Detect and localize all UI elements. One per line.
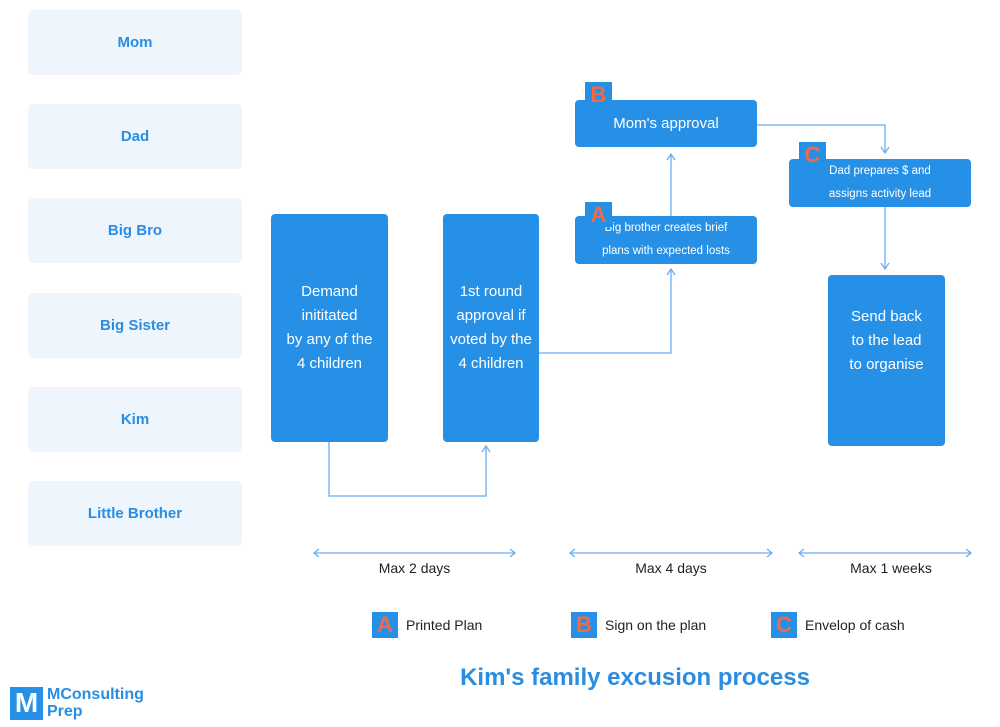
step-demand: Demand inititated by any of the 4 children	[271, 214, 388, 442]
step-text: Demand	[301, 283, 358, 300]
legend-badge: C	[771, 612, 797, 638]
step-text: to the lead	[851, 331, 922, 349]
step-text: voted by the	[450, 331, 532, 348]
step-first-round-approval: 1st round approval if voted by the 4 childr…	[443, 214, 539, 442]
logo-mark-icon: M	[10, 686, 43, 720]
legend-label: Sign on the plan	[605, 617, 707, 633]
step-text: Big brother creates brief	[604, 222, 728, 234]
step-text: by any of the	[286, 331, 373, 348]
legend-badge: B	[571, 612, 597, 638]
step-send-back: Send back to the lead to organise	[828, 275, 945, 446]
duration-label-3: Max 1 weeks	[850, 560, 932, 576]
logo-line: Prep	[47, 703, 83, 720]
step-text: 4 children	[296, 355, 363, 372]
step-text: to organise	[849, 355, 924, 373]
step-text: Mom's approval	[613, 115, 719, 132]
badge-c: C	[799, 142, 826, 167]
connector-demand-to-approval	[328, 442, 487, 497]
logo-line: MConsulting	[47, 686, 144, 703]
legend-item-c: C Envelop of cash	[771, 612, 905, 638]
step-text: plans with expected losts	[602, 245, 730, 257]
duration-label-1: Max 2 days	[378, 560, 451, 576]
duration-label-2: Max 4 days	[635, 560, 707, 576]
brand-logo: M MConsulting Prep	[10, 686, 144, 720]
connector-approval-to-plan	[539, 270, 672, 354]
badge-b: B	[585, 82, 612, 107]
legend-label: Envelop of cash	[805, 617, 905, 633]
legend-badge: A	[372, 612, 398, 638]
legend-item-b: B Sign on the plan	[571, 612, 706, 638]
step-text: 1st round	[459, 283, 523, 300]
diagram-title: Kim's family excusion process	[460, 664, 810, 691]
step-text: inititated	[301, 307, 358, 324]
legend-label: Printed Plan	[406, 617, 483, 633]
step-text: assigns activity lead	[828, 188, 932, 200]
step-text: approval if	[456, 307, 526, 324]
step-text: Send back	[851, 307, 922, 325]
step-text: Dad prepares $ and	[829, 165, 931, 177]
badge-a: A	[585, 202, 612, 227]
legend-item-a: A Printed Plan	[372, 612, 482, 638]
step-text: 4 children	[458, 355, 524, 372]
logo-text: MConsulting Prep	[47, 686, 144, 720]
